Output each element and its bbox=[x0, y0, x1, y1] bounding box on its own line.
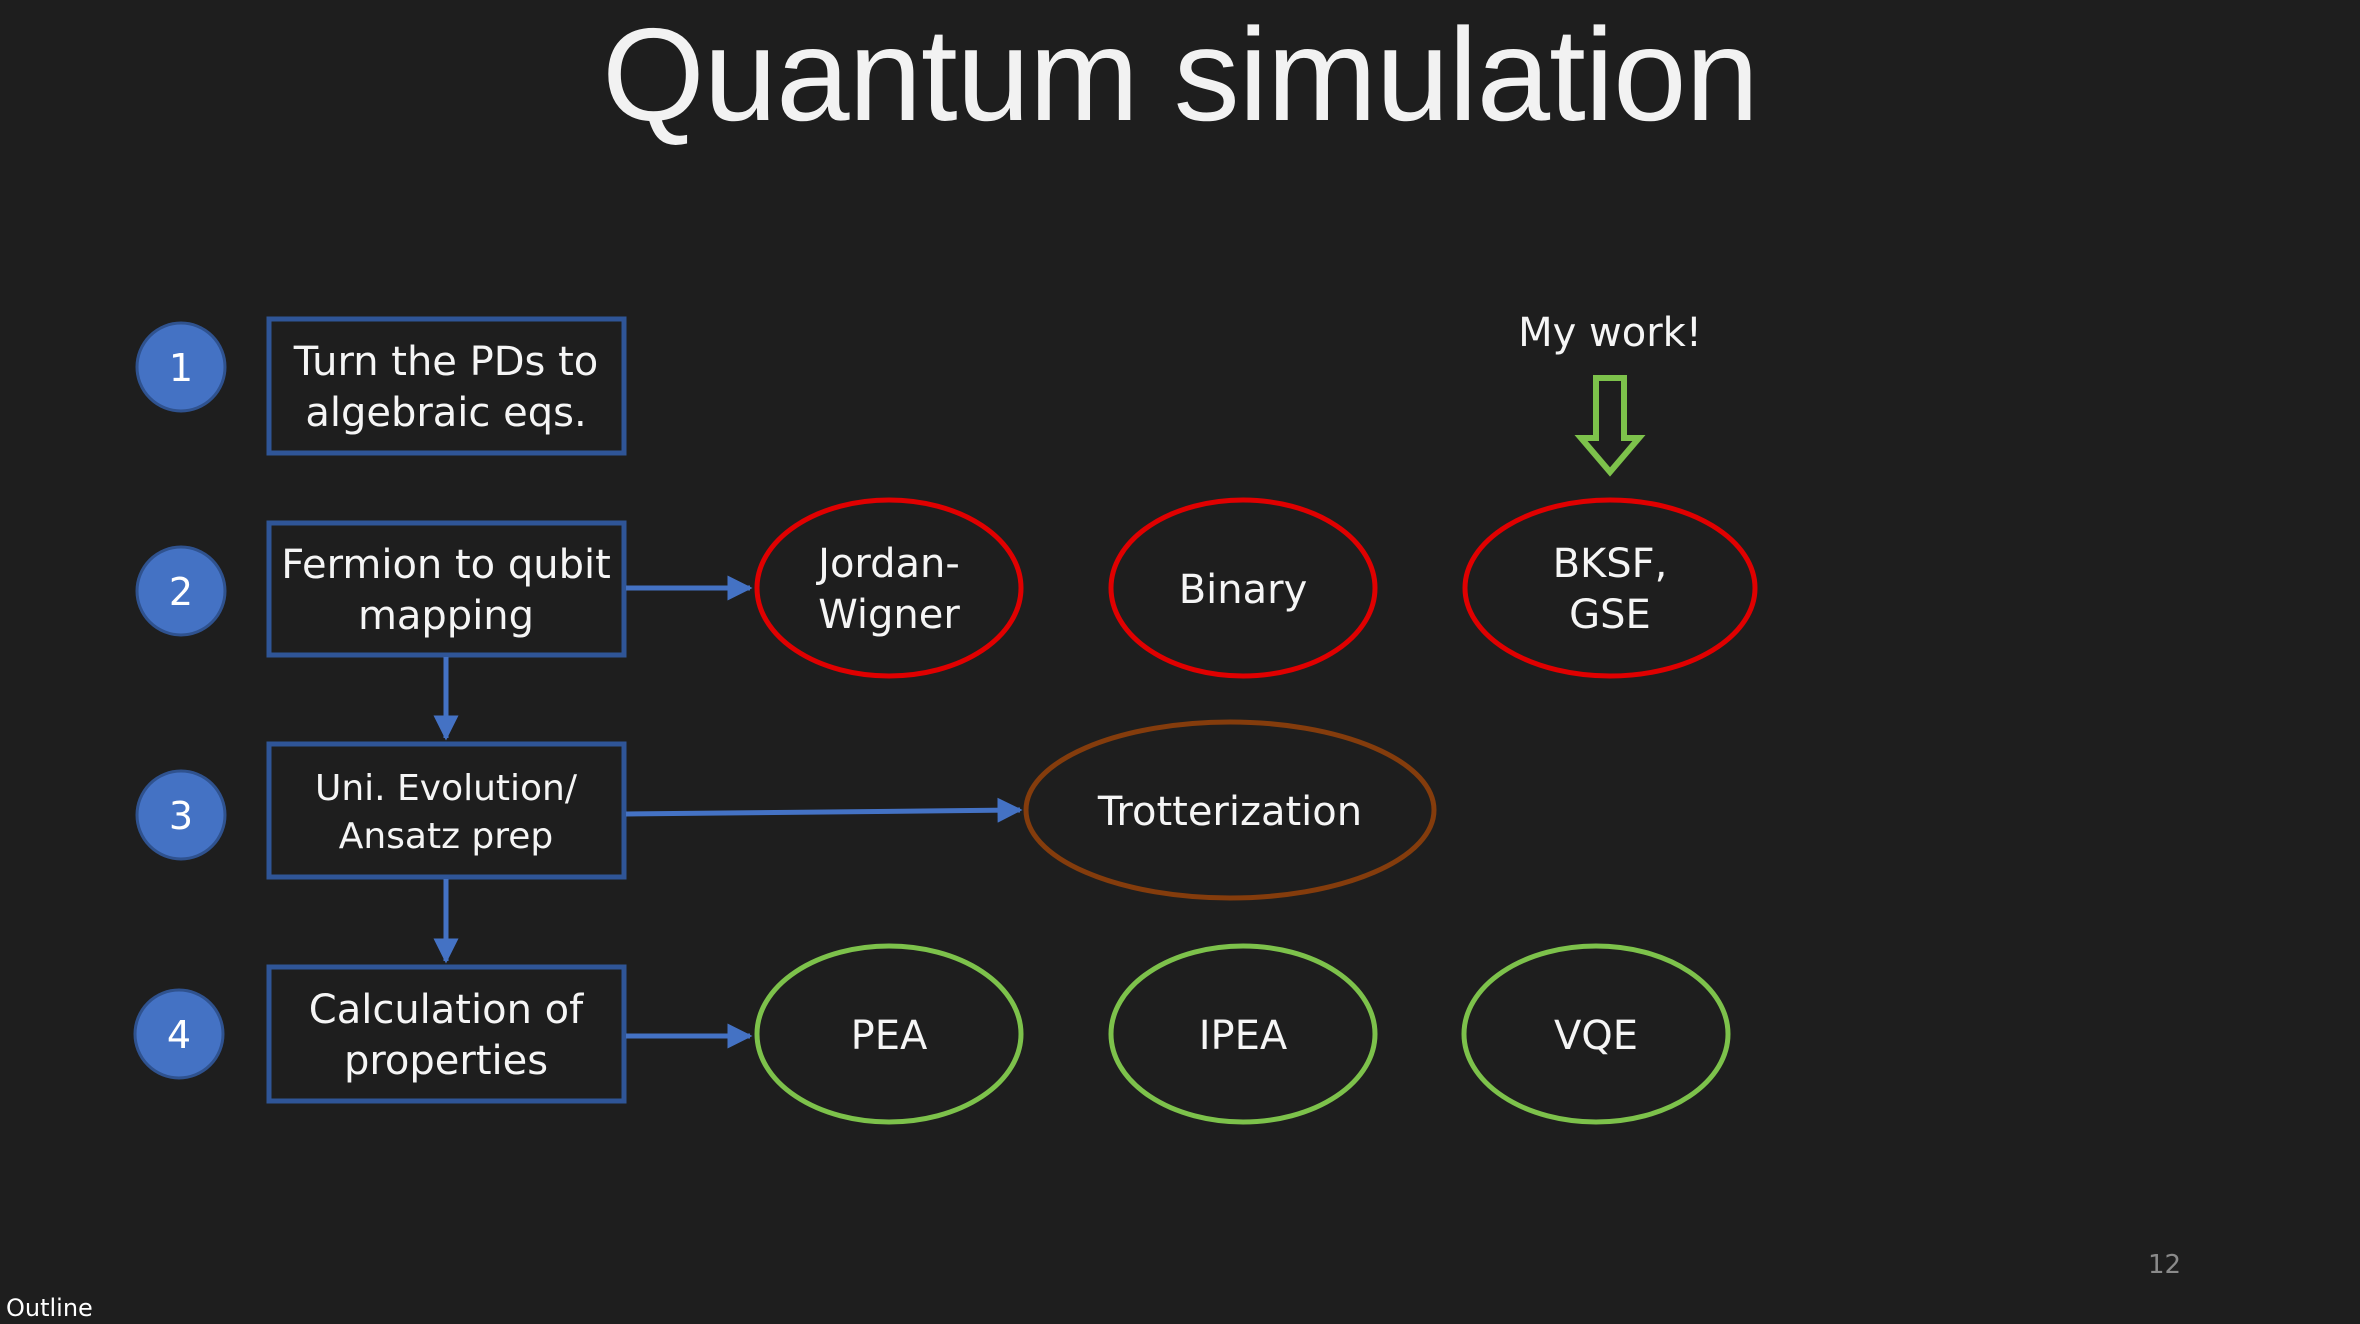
svg-text:Uni. Evolution/: Uni. Evolution/ bbox=[315, 768, 578, 809]
connector-step3-to-trotterization bbox=[625, 797, 1023, 823]
svg-text:Trotterization: Trotterization bbox=[1097, 789, 1362, 835]
step-3-marker: 3 bbox=[135, 769, 227, 861]
down-arrow-icon bbox=[1574, 375, 1646, 477]
property-pea: PEA bbox=[754, 943, 1024, 1125]
step-2-box: Fermion to qubit mapping bbox=[266, 520, 627, 658]
svg-text:properties: properties bbox=[344, 1038, 548, 1084]
svg-text:Jordan-: Jordan- bbox=[815, 541, 960, 587]
svg-text:VQE: VQE bbox=[1554, 1013, 1638, 1059]
svg-text:Turn the PDs to: Turn the PDs to bbox=[293, 339, 599, 385]
outline-link[interactable]: Outline bbox=[6, 1294, 93, 1322]
svg-text:3: 3 bbox=[169, 794, 193, 838]
flow-diagram: 1 2 3 4 Turn the PDs to algebraic eqs. F… bbox=[133, 310, 1758, 1125]
svg-text:Wigner: Wigner bbox=[818, 592, 960, 638]
svg-text:BKSF,: BKSF, bbox=[1553, 541, 1668, 587]
svg-text:4: 4 bbox=[167, 1013, 191, 1057]
property-ipea: IPEA bbox=[1108, 943, 1378, 1125]
svg-text:GSE: GSE bbox=[1569, 592, 1651, 638]
my-work-callout: My work! bbox=[1518, 310, 1702, 356]
page-number: 12 bbox=[2148, 1250, 2182, 1280]
svg-text:Fermion to qubit: Fermion to qubit bbox=[281, 542, 611, 588]
mapping-jordan-wigner: Jordan- Wigner bbox=[754, 497, 1024, 679]
svg-text:2: 2 bbox=[169, 570, 193, 614]
svg-text:1: 1 bbox=[169, 346, 193, 390]
svg-text:PEA: PEA bbox=[851, 1013, 928, 1059]
svg-text:algebraic eqs.: algebraic eqs. bbox=[305, 390, 586, 436]
evolution-trotterization: Trotterization bbox=[1023, 719, 1437, 901]
step-1-box: Turn the PDs to algebraic eqs. bbox=[266, 316, 627, 456]
svg-text:Ansatz prep: Ansatz prep bbox=[339, 816, 554, 857]
step-4-marker: 4 bbox=[133, 988, 225, 1080]
mapping-binary: Binary bbox=[1108, 497, 1378, 679]
step-4-box: Calculation of properties bbox=[266, 964, 627, 1104]
step-1-marker: 1 bbox=[135, 321, 227, 413]
mapping-bksf-gse: BKSF, GSE bbox=[1462, 497, 1758, 679]
property-vqe: VQE bbox=[1461, 943, 1731, 1125]
svg-text:mapping: mapping bbox=[358, 593, 534, 639]
svg-text:IPEA: IPEA bbox=[1199, 1013, 1288, 1059]
svg-text:Calculation of: Calculation of bbox=[309, 987, 584, 1033]
svg-text:Binary: Binary bbox=[1179, 567, 1308, 613]
step-2-marker: 2 bbox=[135, 545, 227, 637]
step-3-box: Uni. Evolution/ Ansatz prep bbox=[266, 741, 627, 880]
